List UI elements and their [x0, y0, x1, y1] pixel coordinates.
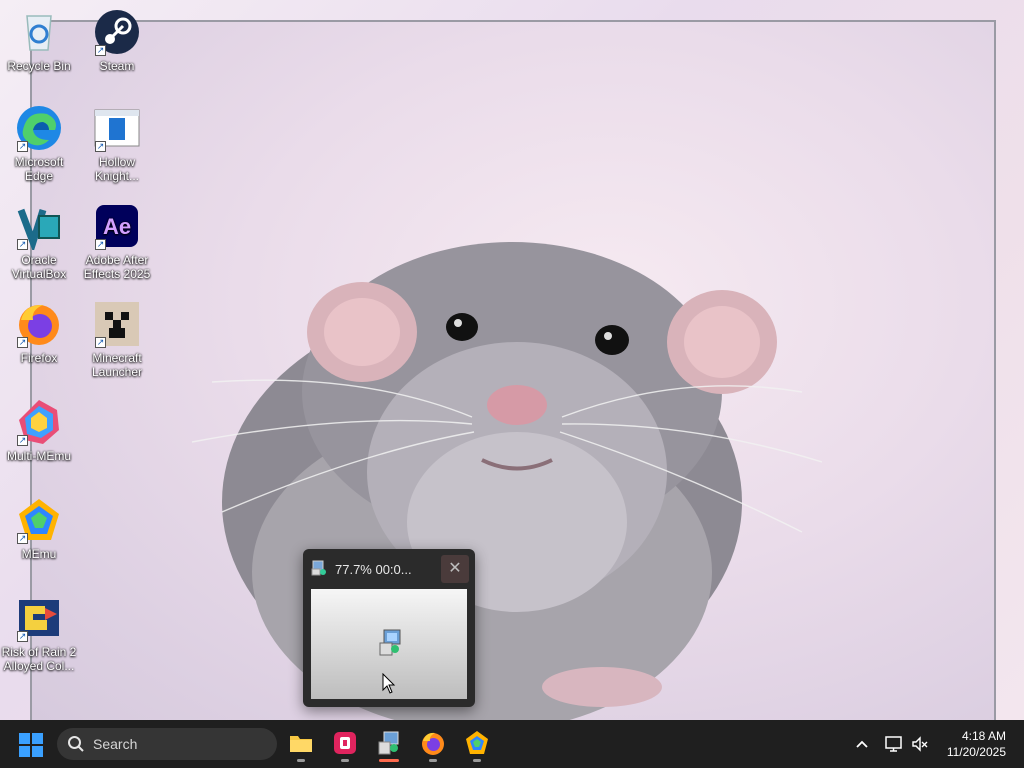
shortcut-arrow-icon: ↗: [95, 239, 106, 250]
rat-wallpaper-image: [191, 242, 822, 720]
desktop-icon-firefox[interactable]: ↗ Firefox: [0, 300, 78, 365]
taskbar-app-installer[interactable]: [373, 728, 405, 762]
after-effects-icon: Ae ↗: [93, 202, 141, 250]
hollow-knight-icon: ↗: [93, 104, 141, 152]
memu-icon: ↗: [15, 496, 63, 544]
memu-icon: [466, 731, 488, 754]
progress-window-title: 77.7% 00:0...: [335, 562, 412, 577]
taskbar-app-firefox[interactable]: [417, 728, 449, 762]
progress-window-titlebar[interactable]: 77.7% 00:0... ✕: [303, 549, 475, 587]
taskbar: Search 4:18 AM 11/20/2025: [0, 720, 1024, 768]
installer-icon: [379, 629, 401, 656]
desktop-icon-minecraft-launcher[interactable]: ↗ Minecraft Launcher: [78, 300, 156, 379]
desktop-icon-steam[interactable]: ↗ Steam: [78, 8, 156, 73]
steam-icon: ↗: [93, 8, 141, 56]
desktop-icon-microsoft-edge[interactable]: ↗ Microsoft Edge: [0, 104, 78, 183]
desktop-icon-multi-memu[interactable]: ↗ Multi-MEmu: [0, 398, 78, 463]
installer-icon: [378, 731, 399, 755]
shortcut-arrow-icon: ↗: [95, 337, 106, 348]
risk-of-rain-icon: ↗: [15, 594, 63, 642]
folder-icon: [290, 736, 312, 752]
taskbar-search-box[interactable]: Search: [57, 728, 277, 760]
shortcut-arrow-icon: ↗: [95, 45, 106, 56]
desktop: Recycle Bin ↗ Microsoft Edge ↗ Oracle Vi…: [0, 0, 1024, 720]
close-button[interactable]: ✕: [441, 555, 469, 583]
shortcut-arrow-icon: ↗: [17, 533, 28, 544]
multi-memu-icon: ↗: [15, 398, 63, 446]
taskbar-app-file-explorer[interactable]: [285, 728, 317, 762]
virtualbox-icon: ↗: [15, 202, 63, 250]
volume-muted-icon[interactable]: [910, 734, 930, 754]
running-indicator: [297, 759, 305, 762]
desktop-icon-adobe-after-effects[interactable]: Ae ↗ Adobe After Effects 2025: [78, 202, 156, 281]
running-indicator: [473, 759, 481, 762]
desktop-icon-recycle-bin[interactable]: Recycle Bin: [0, 8, 78, 73]
running-indicator: [341, 759, 349, 762]
clock-time: 4:18 AM: [961, 729, 1006, 743]
edge-icon: ↗: [15, 104, 63, 152]
installer-icon: [311, 560, 326, 576]
running-indicator: [429, 759, 437, 762]
shortcut-arrow-icon: ↗: [95, 141, 106, 152]
firefox-icon: ↗: [15, 300, 63, 348]
shortcut-arrow-icon: ↗: [17, 435, 28, 446]
desktop-icon-risk-of-rain-2[interactable]: ↗ Risk of Rain 2 Alloyed Col...: [0, 594, 78, 673]
desktop-icon-hollow-knight[interactable]: ↗ Hollow Knight...: [78, 104, 156, 183]
shortcut-arrow-icon: ↗: [17, 239, 28, 250]
after-effects-glyph: Ae: [103, 214, 131, 239]
mouse-cursor-icon: [382, 673, 396, 694]
taskbar-app-memu[interactable]: [461, 728, 493, 762]
taskbar-app-media-player[interactable]: [329, 728, 361, 762]
taskbar-clock[interactable]: 4:18 AM 11/20/2025: [947, 728, 1006, 760]
desktop-icon-memu[interactable]: ↗ MEmu: [0, 496, 78, 561]
windows-start-icon[interactable]: [18, 732, 44, 758]
shortcut-arrow-icon: ↗: [17, 141, 28, 152]
desktop-icon-oracle-virtualbox[interactable]: ↗ Oracle VirtualBox: [0, 202, 78, 281]
active-indicator: [379, 759, 399, 762]
recycle-bin-icon: [15, 8, 63, 56]
firefox-icon: [422, 732, 444, 755]
clock-date: 11/20/2025: [946, 745, 1006, 759]
media-player-icon: [334, 732, 356, 754]
search-placeholder: Search: [93, 736, 138, 752]
wallpaper: [30, 20, 996, 720]
network-icon[interactable]: [884, 734, 904, 754]
shortcut-arrow-icon: ↗: [17, 631, 28, 642]
chevron-up-icon[interactable]: [852, 734, 872, 754]
shortcut-arrow-icon: ↗: [17, 337, 28, 348]
search-icon: [68, 736, 84, 752]
minecraft-icon: ↗: [93, 300, 141, 348]
